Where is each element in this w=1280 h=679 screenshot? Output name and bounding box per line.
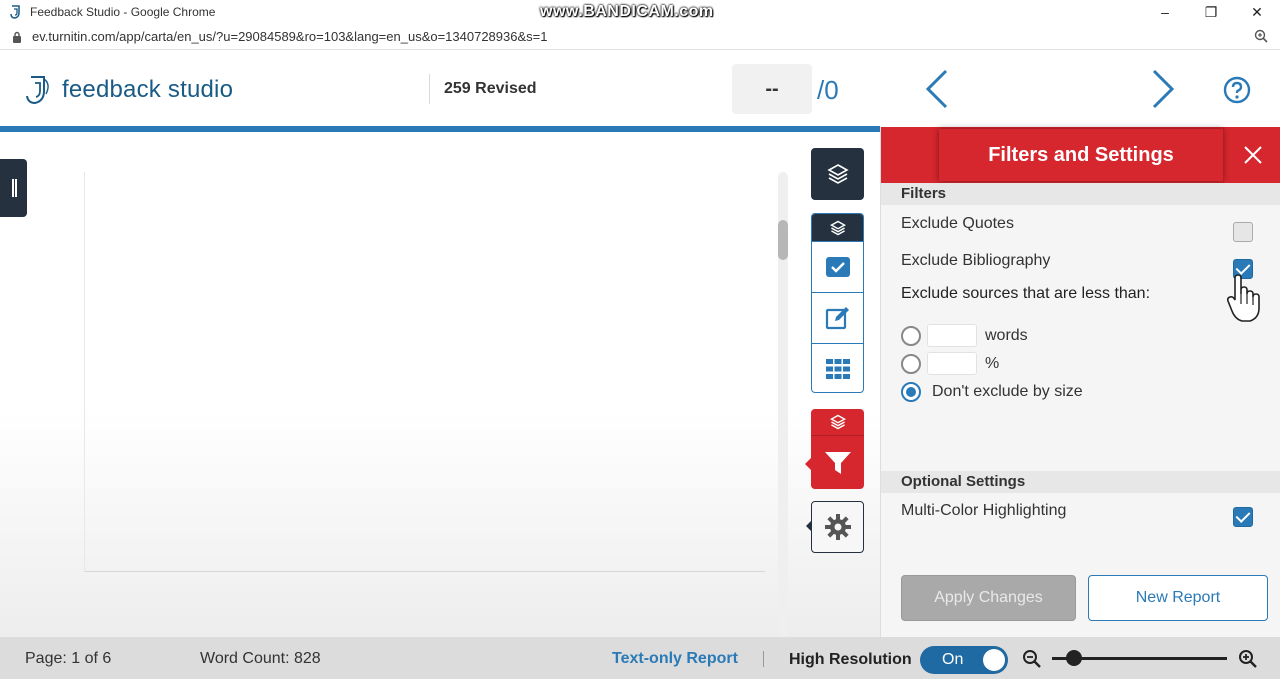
scrollbar-thumb[interactable] (778, 220, 788, 260)
layers-button[interactable] (811, 148, 864, 200)
exclude-percent-radio[interactable] (901, 354, 921, 374)
window-controls: – ❐ ✕ (1142, 0, 1280, 24)
toggle-knob (983, 649, 1005, 671)
close-window-button[interactable]: ✕ (1234, 0, 1280, 24)
similarity-tools-group (811, 409, 864, 489)
lock-icon (13, 31, 21, 43)
exclude-percent-input[interactable] (927, 352, 977, 375)
previous-paper-button[interactable] (922, 68, 952, 110)
next-paper-button[interactable] (1148, 68, 1178, 110)
browser-zoom-icon[interactable] (1254, 29, 1268, 43)
toggle-state-label: On (942, 651, 964, 668)
page-total: /0 (817, 75, 839, 105)
panel-title: Filters and Settings (939, 129, 1223, 181)
multi-color-checkbox[interactable] (1233, 507, 1253, 527)
zoom-in-icon[interactable] (1238, 649, 1258, 669)
exclude-words-input[interactable] (927, 324, 977, 347)
multi-color-label: Multi-Color Highlighting (901, 502, 1067, 519)
apply-changes-button[interactable]: Apply Changes (901, 575, 1076, 621)
settings-pointer (806, 520, 812, 532)
active-tool-pointer (805, 457, 812, 471)
page-number-input[interactable]: -- (732, 64, 812, 114)
word-count: Word Count: 828 (200, 650, 321, 667)
grading-tools-group (811, 213, 864, 393)
layers-icon (829, 220, 846, 235)
rubric-grid-button[interactable] (812, 343, 863, 392)
hand-cursor-icon (1226, 274, 1260, 322)
close-icon (1243, 146, 1262, 164)
dont-exclude-radio[interactable] (901, 382, 921, 402)
url-text[interactable]: ev.turnitin.com/app/carta/en_us/?u=29084… (32, 29, 547, 44)
rubric-check-button[interactable] (812, 241, 863, 292)
exclude-quotes-label: Exclude Quotes (901, 215, 1014, 232)
gear-icon (824, 514, 851, 540)
submission-title: 259 Revised (444, 80, 537, 97)
zoom-out-icon[interactable] (1022, 649, 1042, 669)
exclude-sources-label: Exclude sources that are less than: (901, 285, 1151, 302)
grid-icon (825, 359, 850, 379)
window-title: Feedback Studio - Google Chrome (30, 5, 216, 19)
layers-icon (826, 164, 849, 184)
app-header: feedback studio 259 Revised -- /0 (0, 50, 1280, 128)
new-report-button[interactable]: New Report (1088, 575, 1268, 621)
layers-icon (829, 414, 846, 430)
bandicam-watermark: www.BANDICAM.com (540, 3, 714, 20)
status-footer: Page: 1 of 6 Word Count: 828 Text-only R… (0, 637, 1280, 679)
settings-button[interactable] (811, 501, 864, 553)
browser-titlebar: Feedback Studio - Google Chrome www.BAND… (0, 0, 1280, 24)
filters-section-label: Filters (881, 183, 1280, 205)
text-only-report-link[interactable]: Text-only Report (612, 650, 738, 668)
words-unit-label: words (985, 327, 1028, 344)
address-bar[interactable]: ev.turnitin.com/app/carta/en_us/?u=29084… (0, 24, 1280, 50)
filter-icon (824, 451, 851, 474)
close-panel-button[interactable] (1223, 127, 1280, 183)
edit-icon (825, 307, 849, 330)
zoom-slider-handle[interactable] (1066, 650, 1082, 666)
filters-button[interactable] (811, 436, 864, 489)
exclude-quotes-checkbox[interactable] (1233, 222, 1253, 242)
page-indicator: Page: 1 of 6 (25, 650, 112, 667)
header-divider (429, 74, 430, 104)
exclude-bibliography-label: Exclude Bibliography (901, 252, 1051, 269)
footer-separator (763, 651, 764, 667)
feedback-summary-button[interactable] (812, 292, 863, 343)
similarity-layer-header[interactable] (811, 409, 864, 436)
feedback-studio-favicon-icon (10, 5, 20, 19)
panel-header: Filters and Settings (881, 127, 1280, 183)
high-resolution-toggle[interactable]: On (920, 646, 1008, 674)
help-icon[interactable] (1223, 76, 1251, 104)
grading-layer-header[interactable] (812, 214, 863, 241)
feedback-studio-logo[interactable]: feedback studio (24, 74, 233, 106)
filters-settings-panel: Filters and Settings Filters Exclude Quo… (880, 127, 1280, 637)
dont-exclude-label: Don't exclude by size (932, 383, 1083, 400)
document-page (84, 172, 765, 572)
exclude-words-radio[interactable] (901, 326, 921, 346)
minimize-button[interactable]: – (1142, 0, 1188, 24)
percent-unit-label: % (985, 355, 1000, 372)
high-resolution-label: High Resolution (789, 651, 912, 668)
logo-text: feedback studio (62, 76, 234, 103)
sidebar-toggle-tab[interactable] (0, 159, 27, 217)
optional-settings-label: Optional Settings (881, 471, 1280, 493)
restore-button[interactable]: ❐ (1188, 0, 1234, 24)
logo-mark-icon (26, 76, 49, 105)
document-viewer (0, 132, 880, 637)
checkbox-icon (825, 257, 850, 277)
